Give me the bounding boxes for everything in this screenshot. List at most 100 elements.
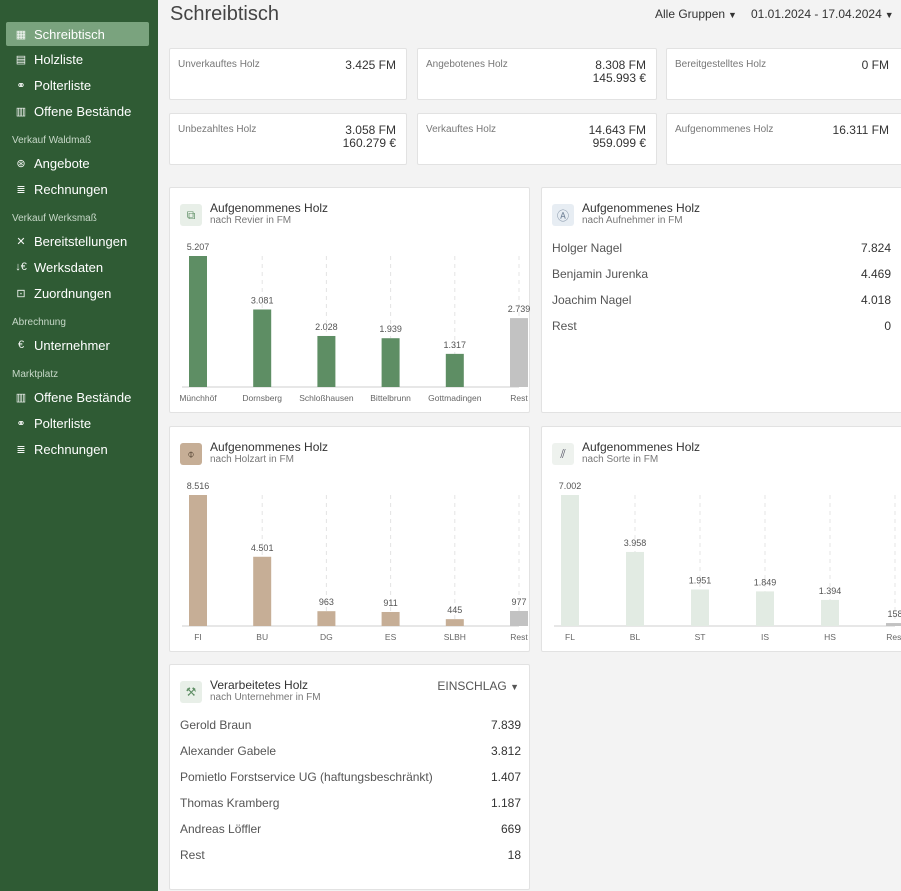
sidebar-item-angebote[interactable]: ⊛ Angebote [0, 150, 158, 176]
list-item-name: Rest [180, 848, 205, 862]
sidebar-item-bereitstellungen[interactable]: ✕ Bereitstellungen [0, 228, 158, 254]
list-item-value: 1.187 [490, 796, 521, 810]
chart-bar [253, 309, 272, 387]
sidebar-section-werksmass: Verkauf Werksmaß [12, 213, 97, 224]
list-item[interactable]: Joachim Nagel 4.018 [552, 293, 891, 307]
chart-data-label: 911 [383, 598, 397, 608]
log-pile-icon: ⚭ [16, 417, 26, 430]
stat-label: Verkauftes Holz [426, 124, 497, 135]
person-icon: Ⓐ [552, 204, 574, 226]
list-item[interactable]: Rest 18 [180, 848, 521, 862]
chart-bar [886, 623, 901, 626]
sidebar-item-label: Unternehmer [34, 337, 110, 353]
inventory-icon: ▥ [15, 391, 27, 404]
chart-data-label: 1.394 [819, 586, 842, 596]
stat-value: 3.425 FM [345, 58, 396, 72]
list-item[interactable]: Holger Nagel 7.824 [552, 241, 891, 255]
chart-tick-label: HS [824, 632, 836, 642]
date-range-dropdown[interactable]: 01.01.2024 - 17.04.2024 ▼ [751, 7, 894, 21]
stat-card-bereitgestellt[interactable]: Bereitgestelltes Holz 0 FM [666, 48, 901, 100]
chart-tick-label: Rest [510, 632, 528, 642]
list-item[interactable]: Benjamin Jurenka 4.469 [552, 267, 891, 281]
chart-data-label: 1.849 [754, 577, 777, 587]
sidebar-section-marktplatz: Marktplatz [12, 369, 59, 380]
stat-label: Aufgenommenes Holz [675, 124, 774, 135]
list-icon: ▤ [15, 53, 27, 66]
sidebar-item-unternehmer[interactable]: € Unternehmer [0, 332, 158, 358]
chart-bar [381, 611, 400, 626]
list-item-name: Gerold Braun [180, 718, 252, 732]
stat-value-secondary: 145.993 € [592, 71, 646, 85]
sidebar-section-waldmass: Verkauf Waldmaß [12, 135, 92, 146]
inventory-icon: ▥ [15, 105, 27, 118]
list-item-name: Pomietlo Forstservice UG (haftungsbeschr… [180, 770, 433, 784]
chart-tick-label: FL [565, 632, 575, 642]
chart-bar [691, 589, 709, 626]
stat-card-verkauft[interactable]: Verkauftes Holz 14.643 FM 959.099 € [417, 113, 657, 165]
panel-title: Verarbeitetes Holz [210, 678, 309, 692]
dropdown-label: EINSCHLAG [437, 679, 507, 693]
sidebar-item-rechnungen[interactable]: ≣ Rechnungen [0, 176, 158, 202]
stat-value: 0 FM [861, 58, 889, 72]
sidebar-item-label: Polterliste [34, 77, 92, 93]
sidebar-item-markt-offene-bestaende[interactable]: ▥ Offene Bestände [0, 384, 158, 410]
sidebar-item-polterliste[interactable]: ⚭ Polterliste [0, 72, 158, 98]
list-item-value: 669 [500, 822, 521, 836]
stat-label: Bereitgestelltes Holz [675, 59, 767, 70]
sidebar-item-werksdaten[interactable]: ↓€ Werksdaten [0, 254, 158, 280]
bar-chart-revier: 5.207 Münchhöf 3.081 Dornsberg 2.028 Schloßha… [179, 242, 531, 403]
chart-data-label: 158 [887, 609, 901, 619]
chart-bar [756, 591, 774, 626]
chart-bar [445, 353, 464, 387]
chart-data-label: 2.739 [508, 304, 531, 314]
factory-data-icon: ↓€ [15, 261, 27, 273]
sidebar-item-label: Angebote [34, 155, 90, 171]
invoice-icon: ≣ [16, 183, 26, 196]
einschlag-dropdown[interactable]: EINSCHLAG ▼ [437, 679, 519, 693]
chevron-down-icon: ▼ [728, 10, 737, 20]
sidebar-item-holzliste[interactable]: ▤ Holzliste [0, 46, 158, 72]
sidebar-item-zuordnungen[interactable]: ⊡ Zuordnungen [0, 280, 158, 306]
list-item[interactable]: Gerold Braun 7.839 [180, 718, 521, 732]
stat-value: 16.311 FM [832, 123, 889, 137]
sidebar-item-markt-polterliste[interactable]: ⚭ Polterliste [0, 410, 158, 436]
list-panel-verarbeitet: ⚒ Verarbeitetes Holz nach Unternehmer in … [169, 664, 530, 890]
sidebar-item-label: Holzliste [34, 51, 84, 67]
list-item[interactable]: Thomas Kramberg 1.187 [180, 796, 521, 810]
panel-title: Aufgenommenes Holz [582, 201, 701, 215]
list-item-name: Rest [552, 319, 577, 333]
contractor-icon: € [17, 339, 25, 351]
list-item[interactable]: Pomietlo Forstservice UG (haftungsbeschr… [180, 770, 521, 784]
sidebar-item-label: Rechnungen [34, 441, 108, 457]
list-item[interactable]: Andreas Löffler 669 [180, 822, 521, 836]
list-item-value: 7.824 [860, 241, 891, 255]
panel-subtitle: nach Aufnehmer in FM [582, 215, 683, 226]
stat-card-unbezahlt[interactable]: Unbezahltes Holz 3.058 FM 160.279 € [169, 113, 407, 165]
sidebar-item-offene-bestaende[interactable]: ▥ Offene Bestände [0, 98, 158, 124]
group-filter-dropdown[interactable]: Alle Gruppen ▼ [655, 7, 737, 21]
sidebar-item-label: Polterliste [34, 415, 92, 431]
chart-tick-label: ES [385, 632, 397, 642]
chart-data-label: 3.958 [624, 538, 647, 548]
sidebar-item-schreibtisch[interactable]: ▦ Schreibtisch [6, 22, 149, 46]
chart-data-label: 445 [447, 605, 462, 615]
list-item-name: Joachim Nagel [552, 293, 632, 307]
stat-card-aufgenommen[interactable]: Aufgenommenes Holz 16.311 FM [666, 113, 901, 165]
chart-bar [561, 495, 579, 626]
chart-data-label: 1.951 [689, 575, 712, 585]
stat-card-angeboten[interactable]: Angebotenes Holz 8.308 FM 145.993 € [417, 48, 657, 100]
stat-card-unverkauft[interactable]: Unverkauftes Holz 3.425 FM [169, 48, 407, 100]
sidebar-item-markt-rechnungen[interactable]: ≣ Rechnungen [0, 436, 158, 462]
chart-panel-sorte: ⫽ Aufgenommenes Holz nach Sorte in FM 7.0… [541, 426, 901, 652]
sidebar-item-label: Werksdaten [34, 259, 104, 275]
chart-tick-label: FI [194, 632, 202, 642]
stat-label: Unverkauftes Holz [178, 59, 260, 70]
list-item[interactable]: Rest 0 [552, 319, 891, 333]
chart-bar [510, 610, 528, 626]
list-item-value: 3.812 [490, 744, 521, 758]
chart-data-label: 7.002 [559, 481, 582, 491]
stat-label: Angebotenes Holz [426, 59, 508, 70]
list-item-value: 4.018 [860, 293, 891, 307]
list-item[interactable]: Alexander Gabele 3.812 [180, 744, 521, 758]
chart-tick-label: Dornsberg [242, 393, 282, 403]
